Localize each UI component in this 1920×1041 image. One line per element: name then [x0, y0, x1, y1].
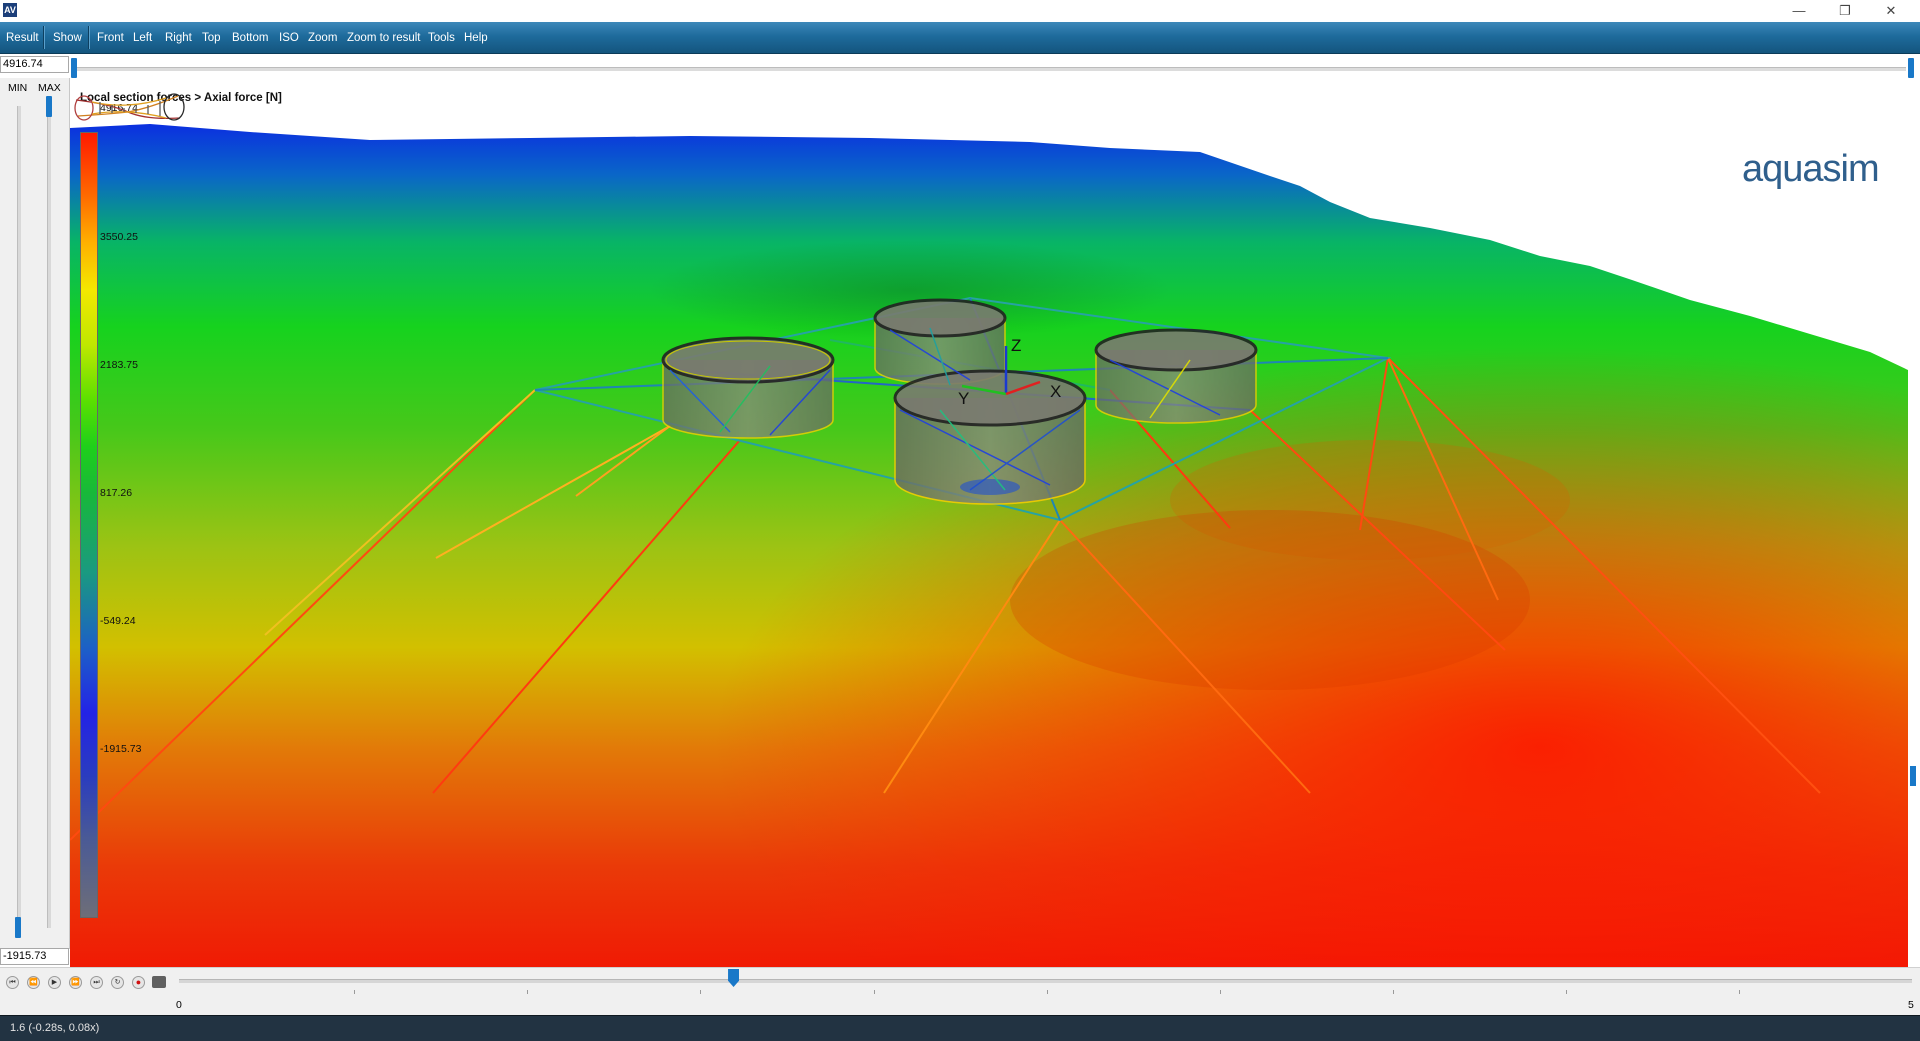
- restore-icon[interactable]: ❐: [1822, 0, 1868, 22]
- skip-end-button[interactable]: ⏭: [90, 976, 103, 989]
- max-label: MAX: [38, 82, 61, 94]
- menu-bar: Result Show Front Left Right Top Bottom …: [0, 22, 1920, 54]
- min-slider-track[interactable]: [17, 106, 21, 928]
- menu-zoom[interactable]: Zoom: [308, 22, 337, 53]
- loop-button[interactable]: ↻: [111, 976, 124, 989]
- timeline-tick: [1047, 990, 1048, 994]
- min-slider-thumb[interactable]: [15, 917, 21, 938]
- menu-help[interactable]: Help: [464, 22, 488, 53]
- playback-bar: ⏮ ⏪ ▶ ⏩ ⏭ ↻ ●: [0, 967, 1920, 1015]
- status-bar: 1.6 (-0.28s, 0.08x): [0, 1015, 1920, 1041]
- window-title-bar: AV — ❐ ✕: [0, 0, 1920, 22]
- max-slider-thumb[interactable]: [46, 96, 52, 117]
- timeline-track[interactable]: [179, 979, 1912, 983]
- timeline-tick: [527, 990, 528, 994]
- menu-top[interactable]: Top: [202, 22, 221, 53]
- axis-label-z: Z: [1011, 336, 1022, 355]
- fish-cage: [1094, 328, 1258, 424]
- menu-result[interactable]: Result: [6, 22, 39, 53]
- min-max-panel: [0, 78, 70, 949]
- timeline-tick: [1393, 990, 1394, 994]
- timeline-end-label: 5: [1908, 999, 1914, 1011]
- record-button[interactable]: ●: [132, 976, 145, 989]
- scale-label: 2183.75: [100, 359, 138, 371]
- timeline-tick: [1566, 990, 1567, 994]
- terrain-render: [70, 80, 1908, 968]
- axis-label-y: Y: [958, 389, 970, 408]
- close-icon[interactable]: ✕: [1868, 0, 1914, 22]
- fish-cage: [661, 336, 835, 439]
- min-label: MIN: [8, 82, 28, 94]
- max-slider-track[interactable]: [47, 106, 51, 928]
- min-value-field[interactable]: -1915.73: [0, 948, 69, 965]
- scale-label: -1915.73: [100, 743, 142, 755]
- menu-zoom-to-result[interactable]: Zoom to result: [347, 22, 421, 53]
- menu-separator: [88, 26, 90, 49]
- scale-label: -549.24: [100, 615, 136, 627]
- max-value-field[interactable]: 4916.74: [0, 56, 69, 73]
- timeline-start-label: 0: [176, 999, 182, 1011]
- range-slider-end-handle[interactable]: [1908, 58, 1914, 78]
- menu-show[interactable]: Show: [53, 22, 82, 53]
- menu-separator: [43, 26, 45, 49]
- menu-left[interactable]: Left: [133, 22, 152, 53]
- camera-icon[interactable]: [152, 976, 166, 988]
- viewport-scroll-handle[interactable]: [1910, 766, 1916, 786]
- play-button[interactable]: ▶: [48, 976, 61, 989]
- status-text: 1.6 (-0.28s, 0.08x): [10, 1022, 100, 1034]
- scale-label: 817.26: [100, 487, 133, 499]
- timeline-tick: [1220, 990, 1221, 994]
- step-forward-button[interactable]: ⏩: [69, 976, 82, 989]
- app-icon: AV: [3, 3, 17, 17]
- menu-front[interactable]: Front: [97, 22, 124, 53]
- timeline-tick: [1739, 990, 1740, 994]
- aquasim-logo: aquasim: [1742, 148, 1880, 190]
- minimize-icon[interactable]: —: [1776, 0, 1822, 22]
- scale-label: 3550.25: [100, 231, 138, 243]
- skip-start-button[interactable]: ⏮: [6, 976, 19, 989]
- timeline-tick: [700, 990, 701, 994]
- 3d-viewport[interactable]: Local section forces > Axial force [N] 4…: [70, 80, 1908, 968]
- axis-label-x: X: [1050, 382, 1062, 401]
- aquasim-logo-icon: [74, 93, 185, 121]
- range-slider-track[interactable]: [74, 67, 1906, 71]
- menu-tools[interactable]: Tools: [428, 22, 455, 53]
- timeline-tick: [874, 990, 875, 994]
- menu-iso[interactable]: ISO: [279, 22, 299, 53]
- timeline-tick: [354, 990, 355, 994]
- range-slider-thumb[interactable]: [71, 58, 77, 78]
- color-scale-bar: [80, 132, 98, 918]
- menu-right[interactable]: Right: [165, 22, 192, 53]
- step-back-button[interactable]: ⏪: [27, 976, 40, 989]
- menu-bottom[interactable]: Bottom: [232, 22, 268, 53]
